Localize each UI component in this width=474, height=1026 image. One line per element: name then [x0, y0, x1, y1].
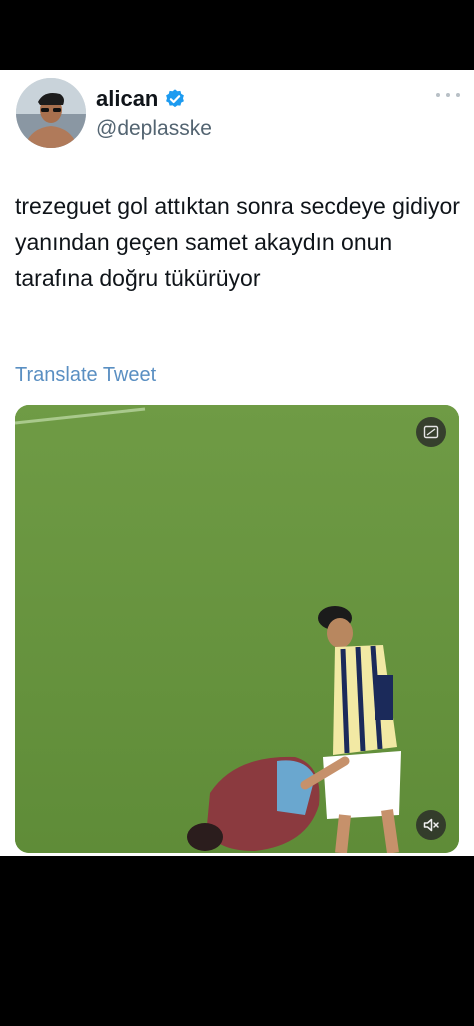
tweet-text: trezeguet gol attıktan sonra secdeye gid… [15, 193, 460, 291]
avatar[interactable] [16, 78, 86, 148]
video-frame [15, 405, 459, 853]
tweet-card[interactable]: alican @deplasske trezeguet gol attıktan… [0, 70, 474, 856]
author-name-row: alican [96, 86, 186, 112]
avatar-image [16, 78, 86, 148]
status-bar-area [0, 0, 474, 70]
verified-badge-icon [166, 89, 185, 108]
author-handle[interactable]: @deplasske [96, 117, 212, 141]
volume-muted-icon[interactable] [416, 810, 446, 840]
translate-tweet-link[interactable]: Translate Tweet [15, 364, 156, 387]
more-options-icon[interactable] [436, 87, 460, 103]
picture-in-picture-icon[interactable] [416, 417, 446, 447]
tweet-video[interactable] [15, 405, 459, 853]
display-name[interactable]: alican [96, 86, 158, 112]
bottom-black-area [0, 856, 474, 1026]
